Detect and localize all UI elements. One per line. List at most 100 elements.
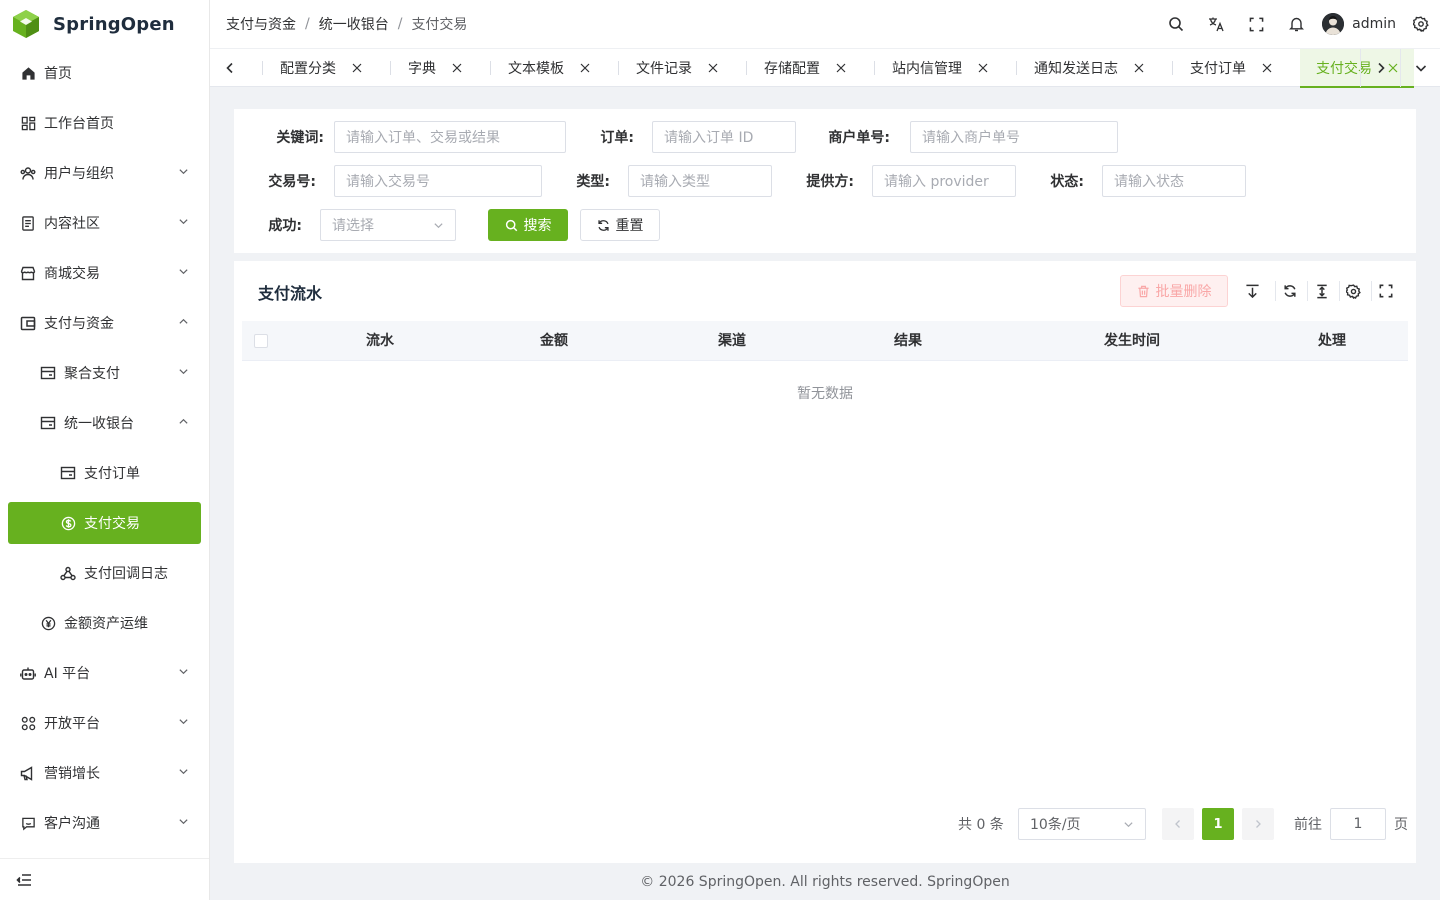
logo[interactable]: SpringOpen xyxy=(0,0,209,48)
close-icon[interactable] xyxy=(836,63,846,73)
breadcrumb-item[interactable]: 统一收银台 xyxy=(319,14,389,34)
page-size-select[interactable]: 10条/页 xyxy=(1018,808,1146,840)
breadcrumb-item[interactable]: 支付与资金 xyxy=(226,14,296,34)
chevron-left-icon xyxy=(225,62,235,74)
settings-button[interactable] xyxy=(1406,0,1436,48)
bell-icon xyxy=(1288,16,1304,32)
sidebar-item-mall[interactable]: 商城交易 xyxy=(0,248,209,298)
sidebar-item-home[interactable]: 首页 xyxy=(0,48,209,98)
top-header: 支付与资金 / 统一收银台 / 支付交易 admin xyxy=(210,0,1440,48)
txn-input[interactable]: 请输入交易号 xyxy=(334,165,542,197)
sidebar-item-label: 统一收银台 xyxy=(64,416,134,432)
success-label: 成功: xyxy=(268,218,302,234)
sidebar-item-customer-comm[interactable]: 客户沟通 xyxy=(0,798,209,848)
keyword-field: 关键词: 请输入订单、交易或结果 xyxy=(264,121,566,153)
column-settings-button[interactable] xyxy=(1339,281,1367,301)
close-icon[interactable] xyxy=(978,63,988,73)
merchant-input[interactable]: 请输入商户单号 xyxy=(910,121,1118,153)
sidebar-item-pay-order[interactable]: 支付订单 xyxy=(0,448,209,498)
chevron-down-icon xyxy=(178,216,189,227)
sidebar-item-marketing[interactable]: 营销增长 xyxy=(0,748,209,798)
status-input[interactable]: 请输入状态 xyxy=(1102,165,1246,197)
order-input[interactable]: 请输入订单 ID xyxy=(652,121,796,153)
tabs-more-button[interactable] xyxy=(1400,49,1440,87)
tab-text-template[interactable]: 文本模板 xyxy=(478,49,606,87)
tabs-scroll-right-button[interactable] xyxy=(1360,49,1400,87)
keyword-input[interactable]: 请输入订单、交易或结果 xyxy=(334,121,566,153)
tab-dictionary[interactable]: 字典 xyxy=(378,49,478,87)
close-icon[interactable] xyxy=(580,63,590,73)
chevron-up-icon xyxy=(178,416,189,427)
chevron-right-icon xyxy=(1376,62,1386,74)
search-button[interactable]: 搜索 xyxy=(488,209,568,241)
sidebar-menu: 首页 工作台首页 用户与组织 内容社区 商城交易 支付与资金 聚合支付 统一收银… xyxy=(0,48,209,848)
txn-field: 交易号: 请输入交易号 xyxy=(264,165,542,197)
fullscreen-button[interactable] xyxy=(1236,0,1276,48)
sidebar-item-label: 工作台首页 xyxy=(44,116,114,132)
chevron-down-icon xyxy=(178,666,189,677)
sidebar-collapse-button[interactable] xyxy=(0,858,209,900)
sidebar-item-payment-funds[interactable]: 支付与资金 xyxy=(0,298,209,348)
placeholder-text: 请选择 xyxy=(332,218,374,234)
provider-input[interactable]: 请输入 provider xyxy=(872,165,1016,197)
batch-delete-label: 批量删除 xyxy=(1155,284,1212,300)
type-input[interactable]: 请输入类型 xyxy=(628,165,772,197)
language-button[interactable] xyxy=(1196,0,1236,48)
tab-label: 存储配置 xyxy=(764,61,820,77)
export-button[interactable] xyxy=(1242,281,1262,301)
table-fullscreen-button[interactable] xyxy=(1371,281,1399,301)
close-icon[interactable] xyxy=(708,63,718,73)
tab-pay-order[interactable]: 支付订单 xyxy=(1160,49,1288,87)
close-icon[interactable] xyxy=(1134,63,1144,73)
pagination-total: 共 0 条 xyxy=(958,817,1004,833)
notification-button[interactable] xyxy=(1276,0,1316,48)
close-icon[interactable] xyxy=(1262,63,1272,73)
sidebar-item-callback-log[interactable]: 支付回调日志 xyxy=(0,548,209,598)
tab-file-records[interactable]: 文件记录 xyxy=(606,49,734,87)
sidebar-item-users-org[interactable]: 用户与组织 xyxy=(0,148,209,198)
sidebar-item-pay-transaction[interactable]: 支付交易 xyxy=(8,502,201,544)
close-icon[interactable] xyxy=(352,63,362,73)
column-header[interactable]: 发生时间 xyxy=(1032,321,1232,361)
success-select[interactable]: 请选择 xyxy=(320,209,456,241)
refresh-button[interactable] xyxy=(1275,281,1303,301)
chevron-down-icon xyxy=(178,266,189,277)
fullscreen-icon xyxy=(1249,17,1264,32)
prev-page-button[interactable] xyxy=(1162,808,1194,840)
placeholder-text: 请输入状态 xyxy=(1114,174,1184,190)
tab-config-category[interactable]: 配置分类 xyxy=(250,49,378,87)
sidebar-item-open-platform[interactable]: 开放平台 xyxy=(0,698,209,748)
table-header: 流水 金额 渠道 结果 发生时间 处理 xyxy=(242,321,1408,361)
select-all-checkbox[interactable] xyxy=(254,334,268,348)
batch-delete-button[interactable]: 批量删除 xyxy=(1120,275,1228,307)
tab-label: 字典 xyxy=(408,61,436,77)
goto-page-input[interactable]: 1 xyxy=(1330,808,1386,840)
tab-site-messages[interactable]: 站内信管理 xyxy=(862,49,1004,87)
type-label: 类型: xyxy=(576,174,610,190)
close-icon[interactable] xyxy=(452,63,462,73)
column-header[interactable]: 金额 xyxy=(474,321,634,361)
chevron-down-icon xyxy=(178,716,189,727)
sidebar-item-asset-ops[interactable]: 金额资产运维 xyxy=(0,598,209,648)
column-header[interactable]: 流水 xyxy=(300,321,460,361)
column-header[interactable]: 渠道 xyxy=(652,321,812,361)
sidebar-item-cashier[interactable]: 统一收银台 xyxy=(0,398,209,448)
tabs-scroll-left-button[interactable] xyxy=(210,49,250,87)
next-page-button[interactable] xyxy=(1242,808,1274,840)
sidebar-item-workbench[interactable]: 工作台首页 xyxy=(0,98,209,148)
column-header[interactable]: 结果 xyxy=(828,321,988,361)
column-header[interactable]: 处理 xyxy=(1292,321,1372,361)
sidebar-item-ai-platform[interactable]: AI 平台 xyxy=(0,648,209,698)
tab-storage-config[interactable]: 存储配置 xyxy=(734,49,862,87)
search-button[interactable] xyxy=(1156,0,1196,48)
reset-button[interactable]: 重置 xyxy=(580,209,660,241)
density-button[interactable] xyxy=(1307,281,1335,301)
table-panel: 支付流水 批量删除 流水 金额 渠道 结果 发生时间 处理 暂无数据 共 0 条… xyxy=(234,261,1416,863)
tab-notify-log[interactable]: 通知发送日志 xyxy=(1004,49,1160,87)
user-menu[interactable]: admin xyxy=(1322,13,1396,35)
gear-icon xyxy=(1413,16,1429,32)
page-number-current[interactable]: 1 xyxy=(1202,808,1234,840)
sidebar-item-aggregate-pay[interactable]: 聚合支付 xyxy=(0,348,209,398)
search-button-label: 搜索 xyxy=(523,218,552,234)
sidebar-item-content[interactable]: 内容社区 xyxy=(0,198,209,248)
